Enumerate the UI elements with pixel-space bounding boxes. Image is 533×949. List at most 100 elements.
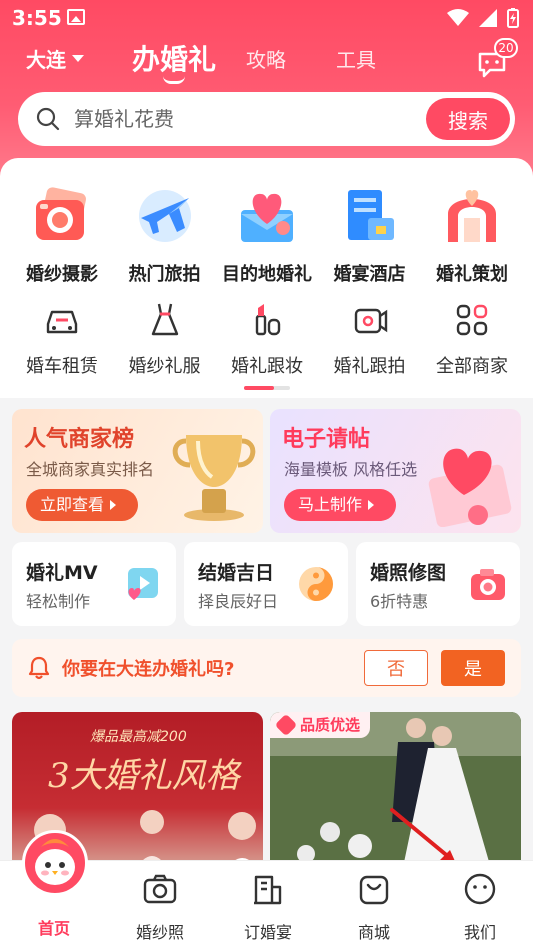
category-pager-indicator	[244, 386, 290, 390]
category-label: 婚礼跟拍	[333, 356, 406, 377]
grid-icon	[456, 304, 488, 336]
camera-icon	[143, 874, 177, 904]
tab-mall[interactable]: 商城	[324, 861, 424, 949]
feed-title: 3大婚礼风格	[48, 756, 240, 796]
bell-icon	[28, 656, 50, 680]
city-label: 大连	[26, 48, 66, 72]
category-label: 婚纱摄影	[26, 264, 98, 285]
banner-title: 人气商家榜	[24, 427, 135, 452]
makeup-icon	[255, 304, 281, 336]
city-prompt-text: 你要在大连办婚礼吗?	[62, 659, 235, 680]
car-icon	[46, 310, 78, 334]
invitation-envelope-icon	[428, 448, 512, 527]
yin-yang-icon	[299, 567, 333, 601]
category-label: 婚纱礼服	[128, 356, 201, 377]
primary-categories: 婚纱摄影 热门旅拍 目的地婚礼 婚宴酒店 婚礼策划	[12, 184, 522, 286]
bag-icon	[359, 875, 389, 905]
category-label: 婚车租赁	[26, 356, 98, 377]
make-now-button[interactable]: 马上制作	[284, 489, 397, 521]
heart-envelope-icon	[235, 184, 299, 248]
video-play-icon	[128, 568, 158, 600]
dress-icon	[151, 303, 178, 336]
signal-icon	[479, 9, 497, 27]
city-confirm-bar: 你要在大连办婚礼吗? 否 是	[12, 639, 521, 697]
search-button[interactable]: 搜索	[426, 98, 510, 140]
status-time: 3:55	[12, 6, 62, 30]
video-camera-icon	[354, 308, 387, 334]
wifi-icon	[447, 9, 469, 26]
category-label: 婚礼策划	[436, 264, 508, 285]
promo-text: 爆品最高减200	[90, 729, 187, 745]
tab-tools[interactable]: 工具	[336, 44, 376, 73]
plane-icon	[133, 184, 197, 248]
top-nav: 大连 办婚礼 攻略 工具 20	[0, 36, 533, 84]
category-travel-photo[interactable]: 热门旅拍	[115, 184, 215, 286]
decline-button[interactable]: 否	[364, 650, 428, 686]
category-label: 全部商家	[436, 356, 508, 377]
tab-us[interactable]: 我们	[430, 861, 530, 949]
category-car-rental[interactable]: 婚车租赁	[12, 300, 112, 378]
merchant-ranking-banner[interactable]: 人气商家榜 全城商家真实排名 立即查看	[12, 409, 263, 533]
tab-wedding[interactable]: 办婚礼	[132, 38, 216, 78]
card-title: 结婚吉日	[198, 562, 275, 584]
card-subtitle: 择良辰好日	[198, 592, 279, 611]
search-icon	[36, 107, 60, 131]
smile-icon	[464, 873, 496, 905]
category-label: 婚礼跟妆	[231, 356, 303, 377]
e-invitation-banner[interactable]: 电子请帖 海量模板 风格任选 马上制作	[270, 409, 521, 533]
chevron-down-icon	[72, 54, 84, 62]
trophy-icon	[172, 435, 256, 521]
tab-guide[interactable]: 攻略	[246, 44, 286, 73]
active-tab-indicator	[163, 76, 185, 84]
category-wedding-dress[interactable]: 婚纱礼服	[115, 300, 215, 378]
tab-label: 订婚宴	[243, 923, 292, 942]
category-bridal-makeup[interactable]: 婚礼跟妆	[217, 300, 317, 378]
category-banquet-hotel[interactable]: 婚宴酒店	[320, 184, 420, 286]
category-wedding-planning[interactable]: 婚礼策划	[422, 184, 522, 286]
camera-icon	[30, 184, 94, 248]
tab-book-banquet[interactable]: 订婚宴	[218, 861, 318, 949]
status-bar: 3:55	[0, 0, 533, 36]
city-selector[interactable]: 大连	[26, 44, 84, 73]
arch-icon	[440, 184, 504, 248]
search-input[interactable]	[74, 92, 434, 146]
button-label: 马上制作	[298, 495, 363, 514]
auspicious-date-card[interactable]: 结婚吉日 择良辰好日	[184, 542, 348, 626]
category-label: 婚宴酒店	[333, 264, 406, 285]
photo-retouch-card[interactable]: 婚照修图 6折特惠	[356, 542, 520, 626]
category-wedding-photo[interactable]: 婚纱摄影	[12, 184, 112, 286]
button-label: 立即查看	[40, 495, 105, 514]
view-now-button[interactable]: 立即查看	[26, 489, 139, 521]
banner-title: 电子请帖	[282, 427, 371, 452]
tab-wedding-photos[interactable]: 婚纱照	[110, 861, 210, 949]
tab-label: 商城	[357, 923, 390, 942]
card-title: 婚照修图	[370, 562, 447, 584]
banner-subtitle: 海量模板 风格任选	[284, 460, 418, 479]
hotel-icon	[338, 184, 402, 248]
secondary-categories: 婚车租赁 婚纱礼服 婚礼跟妆 婚礼跟拍 全部商家	[12, 300, 522, 378]
category-label: 目的地婚礼	[222, 264, 312, 285]
message-count-badge: 20	[494, 38, 518, 58]
search-bar[interactable]: 搜索	[18, 92, 515, 146]
tab-label: 婚纱照	[135, 923, 184, 942]
category-label: 热门旅拍	[128, 264, 201, 285]
quality-badge: 品质优选	[270, 712, 371, 738]
wedding-mv-card[interactable]: 婚礼MV 轻松制作	[12, 542, 176, 626]
category-all-merchants[interactable]: 全部商家	[422, 300, 522, 378]
arrow-right-icon	[110, 500, 117, 510]
gallery-notification-icon	[67, 9, 85, 25]
category-destination-wedding[interactable]: 目的地婚礼	[217, 184, 317, 286]
category-wedding-video[interactable]: 婚礼跟拍	[320, 300, 420, 378]
home-mascot-icon[interactable]	[22, 830, 88, 896]
tab-label: 我们	[463, 923, 496, 942]
camera-icon	[471, 569, 505, 600]
building-icon	[254, 875, 282, 905]
tab-label: 首页	[37, 919, 70, 938]
card-subtitle: 轻松制作	[26, 592, 91, 611]
category-panel: 婚纱摄影 热门旅拍 目的地婚礼 婚宴酒店 婚礼策划 婚车租赁 婚纱礼服 婚礼跟妆…	[0, 158, 533, 398]
banner-subtitle: 全城商家真实排名	[26, 460, 155, 479]
battery-icon	[507, 8, 519, 28]
arrow-right-icon	[368, 500, 375, 510]
messages-button[interactable]: 20	[474, 38, 518, 80]
confirm-button[interactable]: 是	[441, 650, 505, 686]
